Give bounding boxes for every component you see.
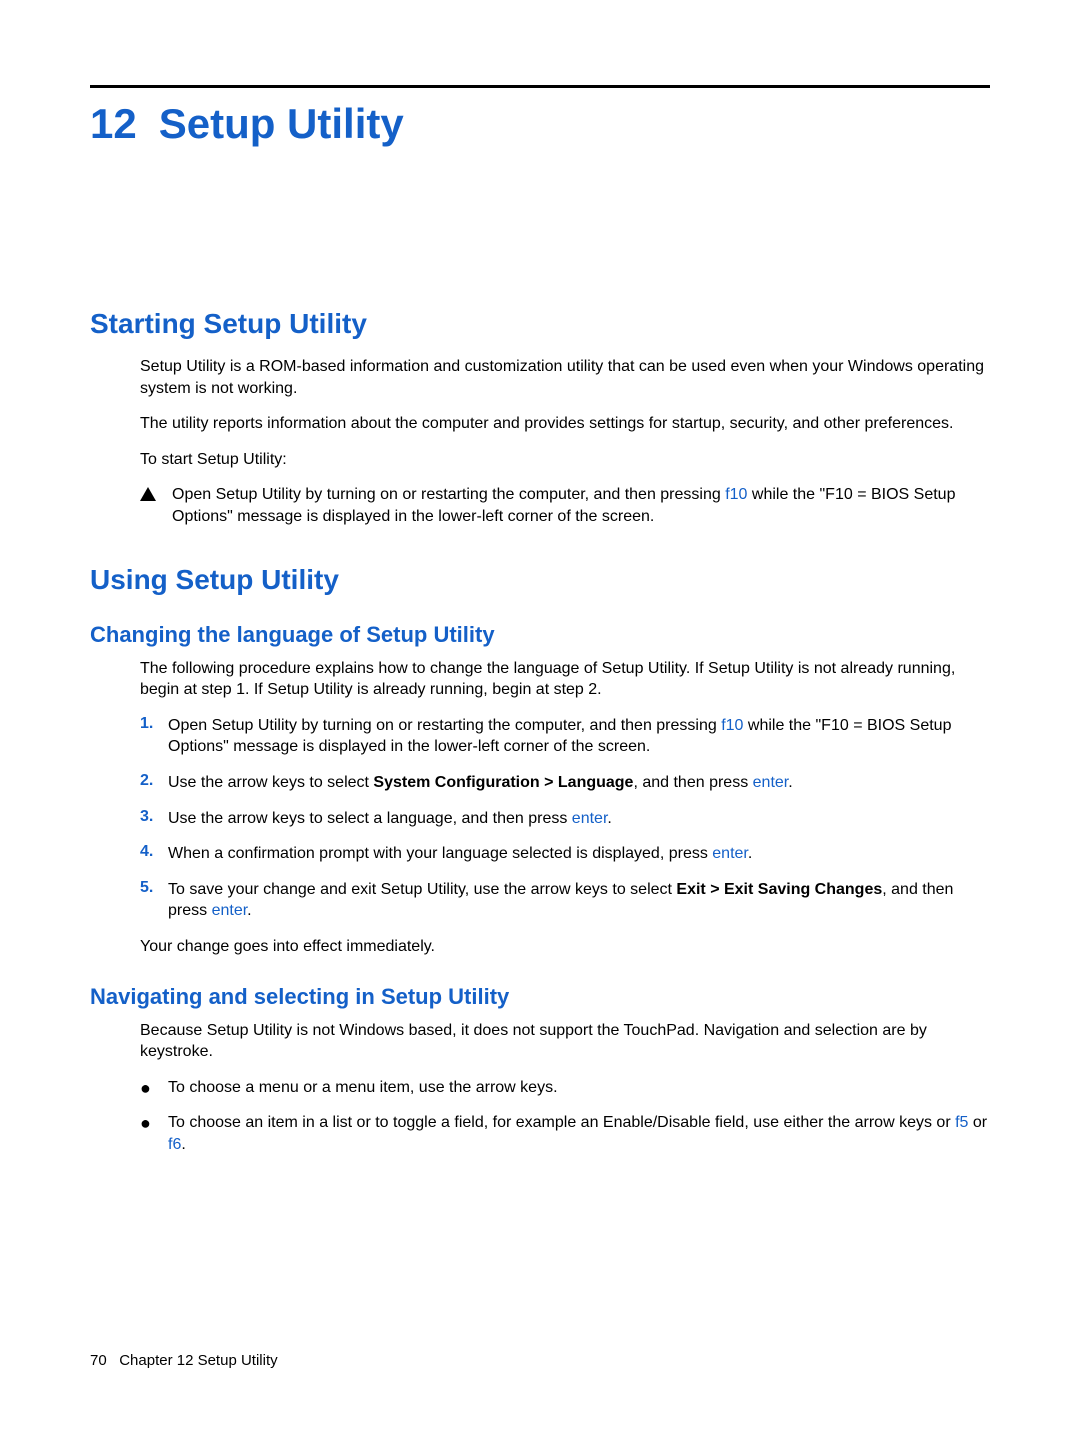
list-text: To choose a menu or a menu item, use the… <box>168 1077 990 1099</box>
subsection-heading-language: Changing the language of Setup Utility <box>90 622 990 648</box>
text-run: Use the arrow keys to select a language,… <box>168 810 572 827</box>
key-name: f10 <box>725 486 747 503</box>
key-name: enter <box>712 845 748 862</box>
subsection-heading-nav: Navigating and selecting in Setup Utilit… <box>90 984 990 1010</box>
list-item: 1.Open Setup Utility by turning on or re… <box>140 715 990 758</box>
section-heading-starting: Starting Setup Utility <box>90 308 990 340</box>
triangle-up-icon <box>140 487 156 501</box>
key-name: f6 <box>168 1136 181 1153</box>
key-name: enter <box>753 774 789 791</box>
document-page: 12 Setup Utility Starting Setup Utility S… <box>0 0 1080 1437</box>
list-number: 5. <box>140 879 168 897</box>
list-text: Open Setup Utility by turning on or rest… <box>168 715 990 758</box>
ordered-list: 1.Open Setup Utility by turning on or re… <box>140 715 990 922</box>
text-run: . <box>181 1136 185 1153</box>
list-number: 4. <box>140 843 168 861</box>
list-number: 2. <box>140 772 168 790</box>
list-text: Use the arrow keys to select a language,… <box>168 808 990 830</box>
paragraph: Your change goes into effect immediately… <box>140 936 990 958</box>
section-heading-using: Using Setup Utility <box>90 564 990 596</box>
list-text: Use the arrow keys to select System Conf… <box>168 772 990 794</box>
list-text: When a confirmation prompt with your lan… <box>168 843 990 865</box>
key-name: enter <box>572 810 608 827</box>
list-number: 1. <box>140 715 168 733</box>
step-item: Open Setup Utility by turning on or rest… <box>140 484 990 527</box>
bullet-list: ●To choose a menu or a menu item, use th… <box>140 1077 990 1156</box>
list-number: 3. <box>140 808 168 826</box>
text-run: . <box>748 845 752 862</box>
text-run: When a confirmation prompt with your lan… <box>168 845 712 862</box>
text-run: or <box>968 1114 987 1131</box>
text-run: Open Setup Utility by turning on or rest… <box>172 486 725 503</box>
text-run: Exit > Exit Saving Changes <box>676 881 882 898</box>
bullet-icon: ● <box>140 1077 168 1097</box>
text-run: System Configuration > Language <box>373 774 633 791</box>
text-run: . <box>788 774 792 791</box>
key-name: f10 <box>721 717 743 734</box>
triangle-step-list: Open Setup Utility by turning on or rest… <box>140 484 990 527</box>
text-run: To save your change and exit Setup Utili… <box>168 881 676 898</box>
list-item: ●To choose a menu or a menu item, use th… <box>140 1077 990 1099</box>
paragraph: To start Setup Utility: <box>140 449 990 471</box>
footer-chapter-label: Chapter 12 Setup Utility <box>119 1352 277 1369</box>
text-run: Open Setup Utility by turning on or rest… <box>168 717 721 734</box>
chapter-name: Setup Utility <box>159 100 404 147</box>
list-item: ●To choose an item in a list or to toggl… <box>140 1112 990 1155</box>
key-name: enter <box>212 902 248 919</box>
page-number: 70 <box>90 1352 107 1369</box>
paragraph: The utility reports information about th… <box>140 413 990 435</box>
page-footer: 70 Chapter 12 Setup Utility <box>90 1352 278 1369</box>
text-run: To choose an item in a list or to toggle… <box>168 1114 955 1131</box>
list-item: 5.To save your change and exit Setup Uti… <box>140 879 990 922</box>
step-text: Open Setup Utility by turning on or rest… <box>172 484 990 527</box>
paragraph: Because Setup Utility is not Windows bas… <box>140 1020 990 1063</box>
list-text: To save your change and exit Setup Utili… <box>168 879 990 922</box>
list-text: To choose an item in a list or to toggle… <box>168 1112 990 1155</box>
text-run: , and then press <box>633 774 752 791</box>
chapter-number: 12 <box>90 100 137 148</box>
paragraph: Setup Utility is a ROM-based information… <box>140 356 990 399</box>
text-run: . <box>247 902 251 919</box>
paragraph: The following procedure explains how to … <box>140 658 990 701</box>
bullet-icon: ● <box>140 1112 168 1132</box>
text-run: Use the arrow keys to select <box>168 774 373 791</box>
list-item: 3.Use the arrow keys to select a languag… <box>140 808 990 830</box>
horizontal-rule <box>90 85 990 88</box>
list-item: 2.Use the arrow keys to select System Co… <box>140 772 990 794</box>
chapter-title: 12 Setup Utility <box>90 100 990 148</box>
key-name: f5 <box>955 1114 968 1131</box>
text-run: To choose a menu or a menu item, use the… <box>168 1079 558 1096</box>
list-item: 4.When a confirmation prompt with your l… <box>140 843 990 865</box>
text-run: . <box>607 810 611 827</box>
